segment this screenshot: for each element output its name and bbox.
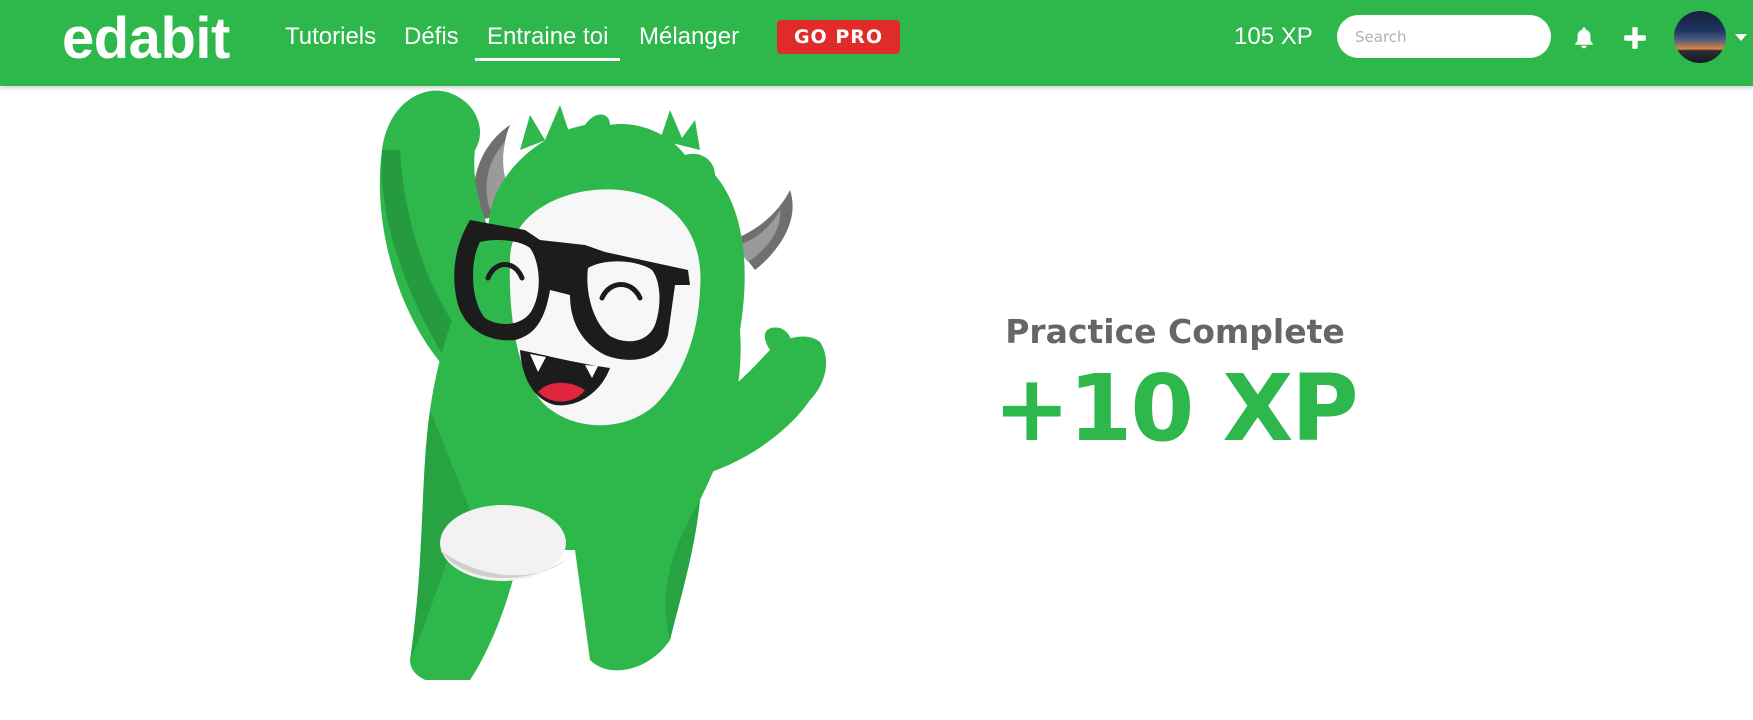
nav-practice[interactable]: Entraine toi xyxy=(475,22,621,61)
avatar[interactable] xyxy=(1674,11,1726,63)
result-panel: Practice Complete +10 XP xyxy=(960,300,1390,464)
top-navbar: edabit Tutoriels Défis Entraine toi Méla… xyxy=(0,0,1753,86)
go-pro-button[interactable]: GO PRO xyxy=(777,20,900,54)
monster-mascot-image xyxy=(379,90,827,680)
xp-gain: +10 XP xyxy=(993,355,1359,462)
plus-icon[interactable] xyxy=(1622,25,1648,51)
nav-challenges[interactable]: Défis xyxy=(404,22,459,52)
nav-tutorials[interactable]: Tutoriels xyxy=(285,22,376,52)
bell-icon[interactable] xyxy=(1571,25,1597,51)
result-title: Practice Complete xyxy=(1005,312,1345,351)
chevron-down-icon[interactable] xyxy=(1734,30,1748,44)
search-input[interactable] xyxy=(1337,15,1551,58)
xp-count: 105 XP xyxy=(1234,23,1313,50)
logo[interactable]: edabit xyxy=(62,6,230,72)
nav-shuffle[interactable]: Mélanger xyxy=(639,22,739,52)
